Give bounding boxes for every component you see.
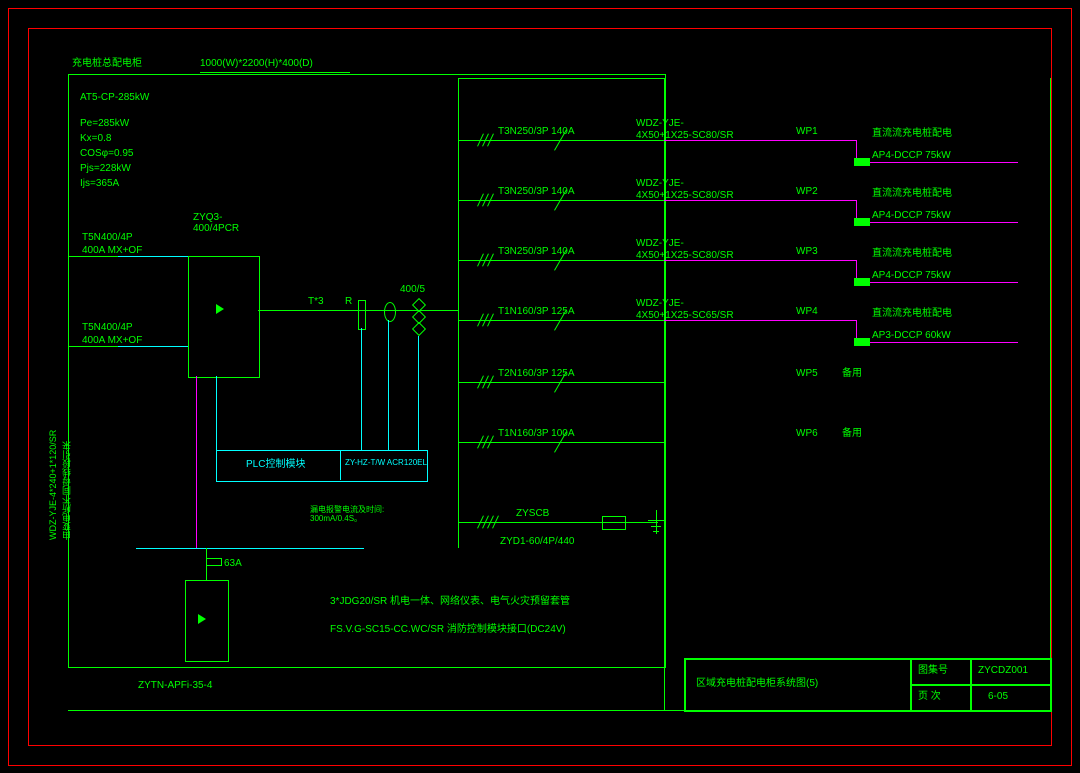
rating: AT5-CP-285kW xyxy=(80,92,149,103)
cabinet-title: 充电桩总配电柜 xyxy=(72,58,142,69)
feeder-2-cable1: WDZ-YJE- xyxy=(636,178,684,189)
feeder-3-dest2: AP4-DCCP 75kW xyxy=(872,270,951,281)
feeder-1-wp: WP1 xyxy=(796,126,818,137)
spd-top: ZYSCB xyxy=(516,508,549,519)
param-pjs: Pjs=228kW xyxy=(80,163,131,174)
apf-box xyxy=(185,580,229,662)
note-1: 3*JDG20/SR 机电一体、网络仪表、电气火灾预留套管 xyxy=(330,596,570,607)
feeder-5-wp: WP5 xyxy=(796,368,818,379)
feeder-1-cable2: 4X50+1X25-SC80/SR xyxy=(636,130,734,141)
incomer-bot2: 400A MX+OF xyxy=(82,335,142,346)
feeder-6-wp: WP6 xyxy=(796,428,818,439)
feeder-3-cable1: WDZ-YJE- xyxy=(636,238,684,249)
param-pe: Pe=285kW xyxy=(80,118,129,129)
feeder-4-indicator xyxy=(854,338,870,346)
feeder-2-cable2: 4X50+1X25-SC80/SR xyxy=(636,190,734,201)
param-cosphi: COSφ=0.95 xyxy=(80,148,133,159)
diagram-canvas: 充电桩总配电柜 1000(W)*2200(H)*400(D) AT5-CP-28… xyxy=(0,0,1080,773)
apf-tri-icon xyxy=(198,614,206,624)
ats-label: ZYQ3- 400/4PCR xyxy=(193,212,239,234)
apf-model: ZYTN-APFi-35-4 xyxy=(138,680,212,691)
feeder-3-wp: WP3 xyxy=(796,246,818,257)
note-2: FS.V.G-SC15-CC.WC/SR 消防控制模块接口(DC24V) xyxy=(330,624,566,635)
feeder-3-cable2: 4X50+1X25-SC80/SR xyxy=(636,250,734,261)
no: ZYCDZ001 xyxy=(978,665,1028,676)
cabinet-outline xyxy=(68,74,666,668)
incomer-top: T5N400/4P xyxy=(82,232,133,243)
feeder-3-dest1: 直流流充电桩配电 xyxy=(872,248,952,259)
left-cable-label: WDZ-YJE-4*240+1*120/SR xyxy=(48,360,58,540)
r-label: R xyxy=(345,296,352,307)
feeder-2-dest1: 直流流充电桩配电 xyxy=(872,188,952,199)
incomer-bot: T5N400/4P xyxy=(82,322,133,333)
feeder-4-cable2: 4X50+1X25-SC65/SR xyxy=(636,310,734,321)
feeder-2-dest2: AP4-DCCP 75kW xyxy=(872,210,951,221)
left-source-label: 由变电所不同母线段引来 xyxy=(60,380,73,540)
feeder-1-dest1: 直流流充电桩配电 xyxy=(872,128,952,139)
plc-note: 漏电报警电流及时间: 300mA/0.4S。 xyxy=(310,506,384,524)
feeder-1-cable1: WDZ-YJE- xyxy=(636,118,684,129)
lbl-page: 页 次 xyxy=(918,691,941,702)
ct-symbol-1 xyxy=(384,302,396,322)
plc-model: ZY-HZ-T/W ACR120EL xyxy=(345,459,427,468)
drawing-title: 区域充电桩配电柜系统图(5) xyxy=(696,678,818,689)
param-kx: Kx=0.8 xyxy=(80,133,111,144)
param-ijs: Ijs=365A xyxy=(80,178,119,189)
plc-label: PLC控制模块 xyxy=(246,459,305,470)
feeder-4-dest2: AP3-DCCP 60kW xyxy=(872,330,951,341)
ct-label: 400/5 xyxy=(400,284,425,295)
lbl-no: 图集号 xyxy=(918,665,948,676)
apf-fuse: 63A xyxy=(224,558,242,569)
ats-box xyxy=(188,256,260,378)
ats-triangle-icon xyxy=(216,304,224,314)
feeder-2-indicator xyxy=(854,218,870,226)
spd-bot: ZYD1-60/4P/440 xyxy=(500,536,575,547)
cabinet-dims: 1000(W)*2200(H)*400(D) xyxy=(200,58,313,69)
incomer-top2: 400A MX+OF xyxy=(82,245,142,256)
feeder-1-dest2: AP4-DCCP 75kW xyxy=(872,150,951,161)
feeder-3-indicator xyxy=(854,278,870,286)
feeder-5-dest1: 备用 xyxy=(842,368,862,379)
t3-label: T*3 xyxy=(308,296,324,307)
feeder-4-cable1: WDZ-YJE- xyxy=(636,298,684,309)
spd-box xyxy=(602,516,626,530)
feeder-6-dest1: 备用 xyxy=(842,428,862,439)
fuse-symbol xyxy=(358,300,366,330)
feeder-1-indicator xyxy=(854,158,870,166)
feeder-4-dest1: 直流流充电桩配电 xyxy=(872,308,952,319)
feeder-2-wp: WP2 xyxy=(796,186,818,197)
page: 6-05 xyxy=(988,691,1008,702)
feeder-4-wp: WP4 xyxy=(796,306,818,317)
apf-fuse-symbol xyxy=(206,558,222,566)
